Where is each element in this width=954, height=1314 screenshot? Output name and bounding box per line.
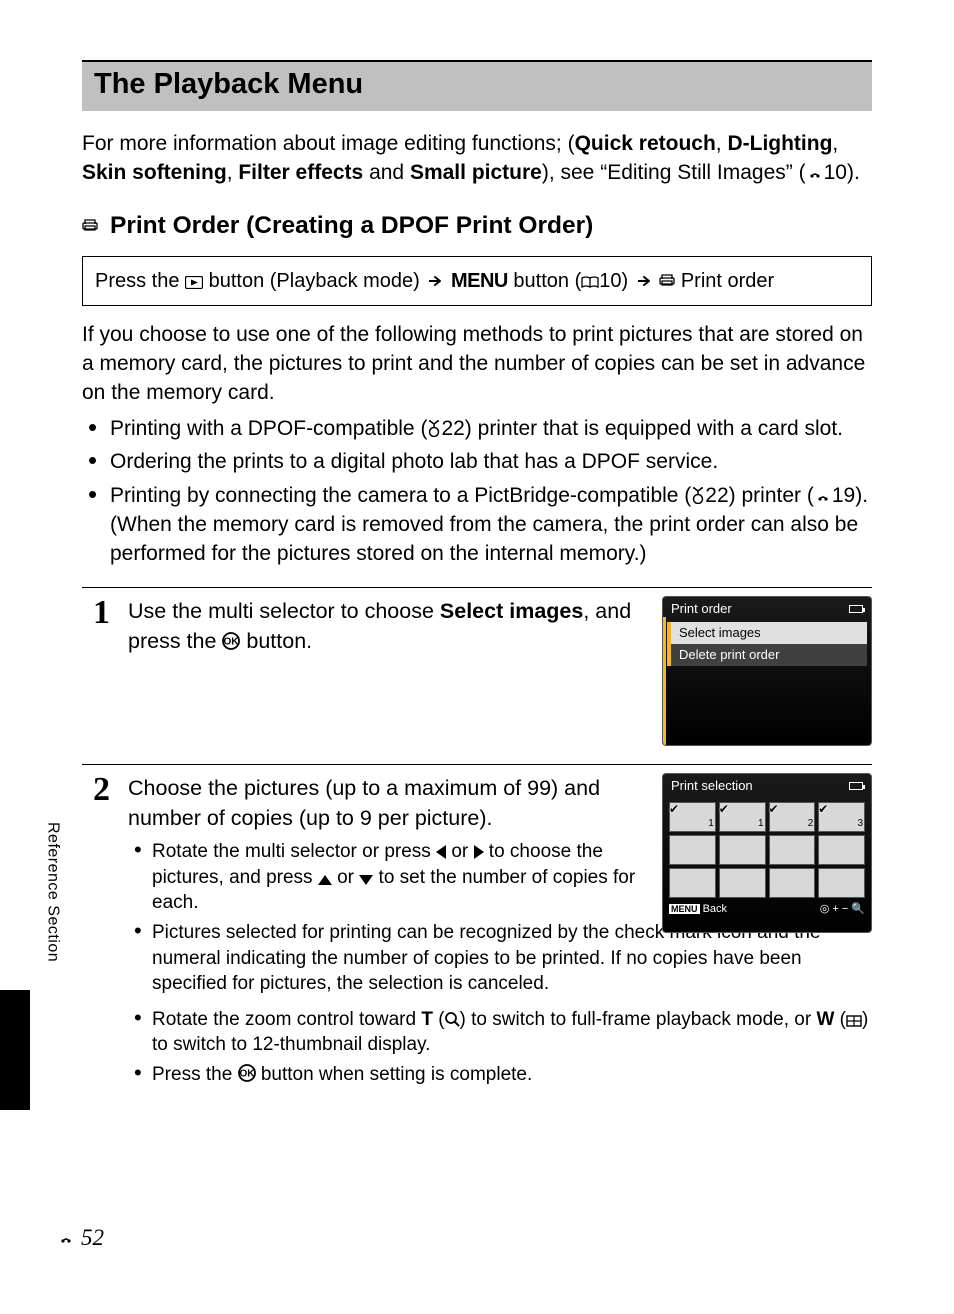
lcd-back-label: Back <box>703 903 727 915</box>
section-title: The Playback Menu <box>94 64 860 105</box>
lcd-thumbnail <box>719 868 766 898</box>
lcd-thumbnail <box>818 868 865 898</box>
lcd-title: Print order <box>671 600 732 618</box>
list-item: Press the button when setting is complet… <box>152 1062 872 1088</box>
camera-lcd-print-order: Print order Select images Delete print o… <box>662 596 872 746</box>
lcd-thumbnail: ✔1 <box>719 802 766 832</box>
step-1-instruction: Use the multi selector to choose Select … <box>128 596 644 656</box>
lcd-thumbnail: ✔1 <box>669 802 716 832</box>
glossary-icon <box>691 487 705 504</box>
lcd-menu-item: Delete print order <box>667 644 867 666</box>
copy-count: 1 <box>708 817 714 831</box>
list-item: Ordering the prints to a digital photo l… <box>110 447 872 476</box>
reference-link-icon <box>57 1232 79 1248</box>
lcd-thumbnail <box>669 868 716 898</box>
check-icon: ✔ <box>818 801 828 818</box>
step-number: 2 <box>82 773 110 807</box>
side-tab <box>0 990 30 1110</box>
menu-tag-icon: MENU <box>669 904 700 914</box>
side-section-label: Reference Section <box>41 822 63 962</box>
camera-lcd-print-selection: Print selection ✔1✔1✔2✔3 MENU Back ◎ + −… <box>662 773 872 933</box>
lcd-thumbnail <box>719 835 766 865</box>
playback-button-icon <box>185 276 203 289</box>
ok-button-icon <box>238 1064 256 1082</box>
copy-count: 1 <box>758 817 764 831</box>
list-item: Printing by connecting the camera to a P… <box>110 481 872 569</box>
reference-link-icon <box>814 490 832 504</box>
lcd-thumbnail: ✔3 <box>818 802 865 832</box>
step-2-instruction: Choose the pictures (up to a maximum of … <box>128 773 648 833</box>
check-icon: ✔ <box>719 801 729 818</box>
arrow-right-icon <box>429 276 441 286</box>
lcd-title: Print selection <box>671 777 753 795</box>
check-icon: ✔ <box>669 801 679 818</box>
list-item: Rotate the zoom control toward T () to s… <box>152 1007 872 1058</box>
lcd-thumbnail <box>769 835 816 865</box>
battery-icon <box>849 605 863 613</box>
copy-count: 3 <box>857 817 863 831</box>
arrow-right-icon <box>638 276 650 286</box>
ok-button-icon <box>222 632 240 650</box>
lcd-menu-item-selected: Select images <box>667 622 867 644</box>
lcd-thumbnail <box>818 835 865 865</box>
triangle-right-icon <box>474 845 484 859</box>
print-order-icon <box>659 273 675 289</box>
magnifier-icon <box>445 1012 460 1027</box>
method-list: Printing with a DPOF-compatible (22) pri… <box>82 414 872 569</box>
subsection-heading: Print Order (Creating a DPOF Print Order… <box>82 209 872 243</box>
triangle-up-icon <box>318 875 332 885</box>
copy-count: 2 <box>808 817 814 831</box>
body-paragraph: If you choose to use one of the followin… <box>82 320 872 408</box>
lcd-thumbnail: ✔2 <box>769 802 816 832</box>
check-icon: ✔ <box>769 801 779 818</box>
lcd-thumbnail <box>769 868 816 898</box>
breadcrumb-nav-box: Press the button (Playback mode) MENU bu… <box>82 256 872 306</box>
book-ref-icon <box>581 276 599 289</box>
thumbnail-grid-icon <box>846 1015 862 1027</box>
step-number: 1 <box>82 596 110 630</box>
page-number: 52 <box>57 1222 104 1254</box>
list-item: Printing with a DPOF-compatible (22) pri… <box>110 414 872 443</box>
step-1: 1 Use the multi selector to choose Selec… <box>82 596 872 746</box>
reference-link-icon <box>806 167 824 181</box>
battery-icon <box>849 782 863 790</box>
intro-paragraph: For more information about image editing… <box>82 129 872 188</box>
triangle-down-icon <box>359 875 373 885</box>
print-order-icon <box>82 218 102 236</box>
step-2: 2 Choose the pictures (up to a maximum o… <box>82 773 872 1092</box>
glossary-icon <box>427 420 441 437</box>
triangle-left-icon <box>436 845 446 859</box>
divider <box>82 764 872 765</box>
lcd-controls-hint: ◎ + − 🔍 <box>820 902 865 917</box>
section-header: The Playback Menu <box>82 60 872 111</box>
lcd-thumbnail <box>669 835 716 865</box>
divider <box>82 587 872 588</box>
list-item: Rotate the multi selector or press or to… <box>152 839 648 916</box>
menu-button-label: MENU <box>451 270 508 292</box>
